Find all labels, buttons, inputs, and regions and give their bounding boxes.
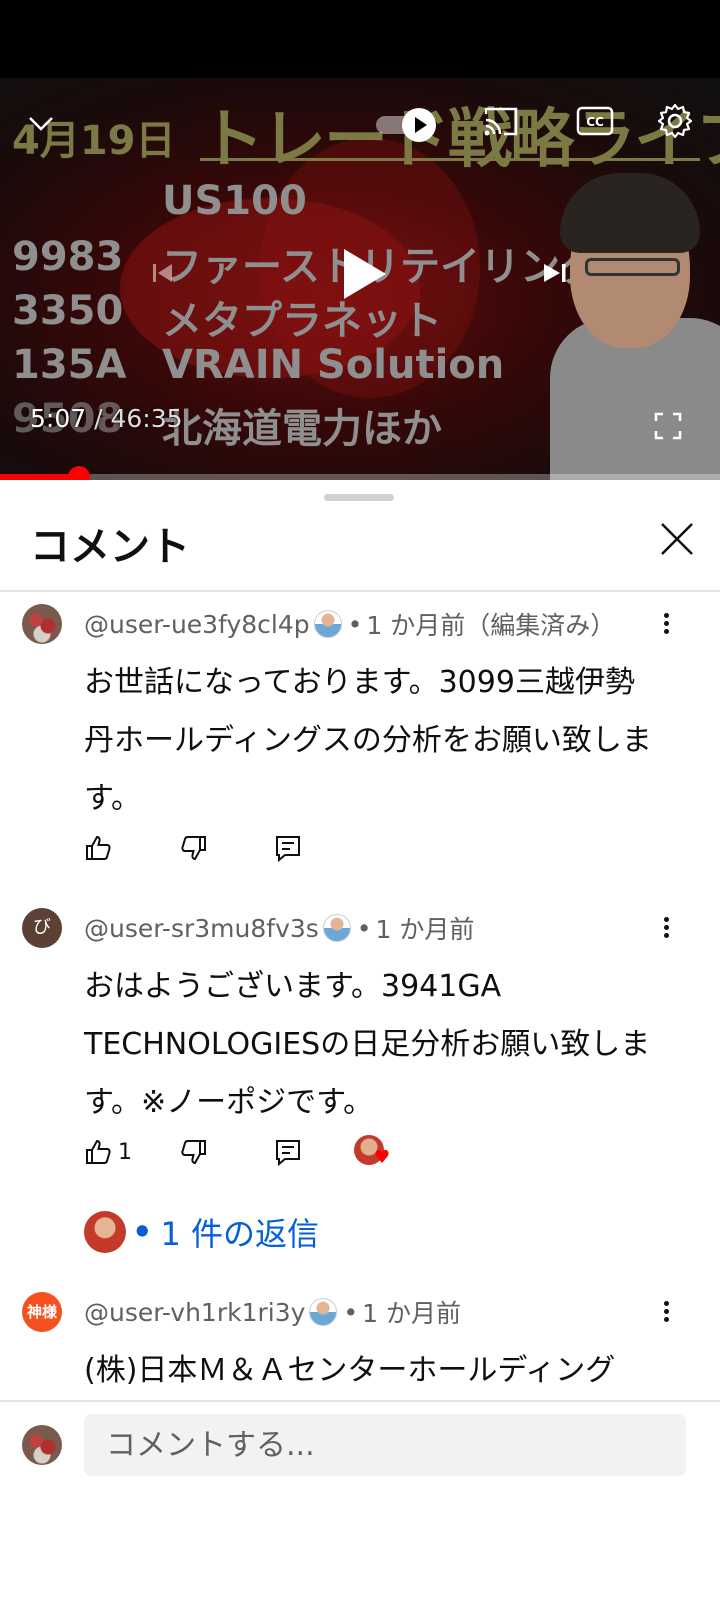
thumbnail-ticker-name: 北海道電力ほか xyxy=(162,406,442,452)
thumbnail-ticker-name: VRAIN Solution xyxy=(162,342,505,388)
play-icon[interactable] xyxy=(338,246,388,302)
comment-time: 1 か月前 xyxy=(362,1299,462,1328)
comment-author[interactable]: @user-ue3fy8cl4p xyxy=(84,610,310,639)
member-badge-icon xyxy=(309,1298,338,1326)
divider xyxy=(0,1400,720,1402)
cast-icon[interactable] xyxy=(482,104,520,138)
comment-author[interactable]: @user-vh1rk1ri3y xyxy=(84,1298,305,1327)
next-icon[interactable] xyxy=(540,260,570,286)
reply-icon[interactable] xyxy=(274,1138,302,1166)
comment-meta: @user-vh1rk1ri3y • 1 か月前 xyxy=(84,1292,461,1332)
replies-label: 1 件の返信 xyxy=(160,1215,319,1253)
comment-time: 1 か月前（編集済み） xyxy=(366,611,616,640)
bullet: • xyxy=(356,913,372,943)
progress-scrubber-handle[interactable] xyxy=(68,466,91,480)
video-duration: 46:35 xyxy=(110,404,183,433)
avatar xyxy=(22,1425,62,1465)
thumbnail-presenter-illustration xyxy=(530,168,720,480)
drag-handle[interactable] xyxy=(324,494,394,501)
thumbnail-ticker-code: 9983 xyxy=(12,234,124,280)
creator-heart: ♥ xyxy=(354,1135,394,1169)
avatar[interactable] xyxy=(22,604,62,644)
chevron-down-icon[interactable] xyxy=(26,108,56,138)
avatar xyxy=(84,1211,126,1253)
comment-meta: @user-sr3mu8fv3s • 1 か月前 xyxy=(84,908,474,948)
thumbnail-title: トレード戦略ライブ xyxy=(200,103,720,177)
like-icon[interactable] xyxy=(84,834,112,862)
member-badge-icon xyxy=(313,610,342,638)
member-badge-icon xyxy=(322,914,351,942)
status-bar xyxy=(0,0,720,78)
close-icon[interactable] xyxy=(660,522,694,556)
comment-text: (株)日本Ｍ＆Ａセンターホールディング xyxy=(84,1353,616,1388)
bullet: • xyxy=(347,609,363,639)
thumbnail-ticker-code: 135A xyxy=(12,342,127,388)
comment-actions xyxy=(84,830,302,866)
reply-icon[interactable] xyxy=(274,834,302,862)
more-options-icon[interactable] xyxy=(660,914,672,944)
comment-text: おはようございます。3941GA TECHNOLOGIESの日足分析お願い致しま… xyxy=(84,969,651,1120)
divider xyxy=(0,590,720,592)
thumbnail-ticker-code: 3350 xyxy=(12,288,124,334)
closed-captions-icon[interactable]: CC xyxy=(576,106,614,136)
view-replies-button[interactable]: • 1 件の返信 xyxy=(84,1210,319,1254)
video-timecode: 5:07 / 46:35 xyxy=(30,404,183,433)
current-time: 5:07 xyxy=(30,404,87,433)
comment-time: 1 か月前 xyxy=(375,915,475,944)
thumbnail-ticker-name: メタプラネット xyxy=(162,298,442,344)
panel-title: コメント xyxy=(30,524,190,570)
svg-text:CC: CC xyxy=(586,115,604,129)
autoplay-toggle[interactable] xyxy=(376,108,438,142)
like-count: 1 xyxy=(118,1139,132,1165)
comment-text: お世話になっております。3099三越伊勢丹ホールディングスの分析をお願い致します… xyxy=(84,665,652,816)
heart-icon: ♥ xyxy=(374,1147,391,1168)
dislike-icon[interactable] xyxy=(180,834,208,862)
comment-author[interactable]: @user-sr3mu8fv3s xyxy=(84,914,319,943)
avatar[interactable]: 神様 xyxy=(22,1292,62,1332)
dislike-icon[interactable] xyxy=(180,1138,208,1166)
more-options-icon[interactable] xyxy=(660,1298,672,1328)
thumbnail-title-underline xyxy=(200,158,700,161)
video-player[interactable]: 4月19日 トレード戦略ライブ US100 9983 ファーストリテイリング 3… xyxy=(0,78,720,480)
fullscreen-icon[interactable] xyxy=(654,412,682,440)
avatar[interactable]: び xyxy=(22,908,62,948)
time-separator: / xyxy=(86,404,111,433)
bullet: • xyxy=(343,1297,359,1327)
comment-input[interactable] xyxy=(84,1414,686,1476)
bullet: • xyxy=(132,1213,153,1251)
comment-meta: @user-ue3fy8cl4p • 1 か月前（編集済み） xyxy=(84,604,615,644)
thumbnail-ticker-name: US100 xyxy=(162,178,307,224)
settings-gear-icon[interactable] xyxy=(656,102,694,140)
like-icon[interactable] xyxy=(84,1138,112,1166)
comment-actions: 1 ♥ xyxy=(84,1134,394,1170)
more-options-icon[interactable] xyxy=(660,610,672,640)
previous-icon[interactable] xyxy=(150,260,176,286)
